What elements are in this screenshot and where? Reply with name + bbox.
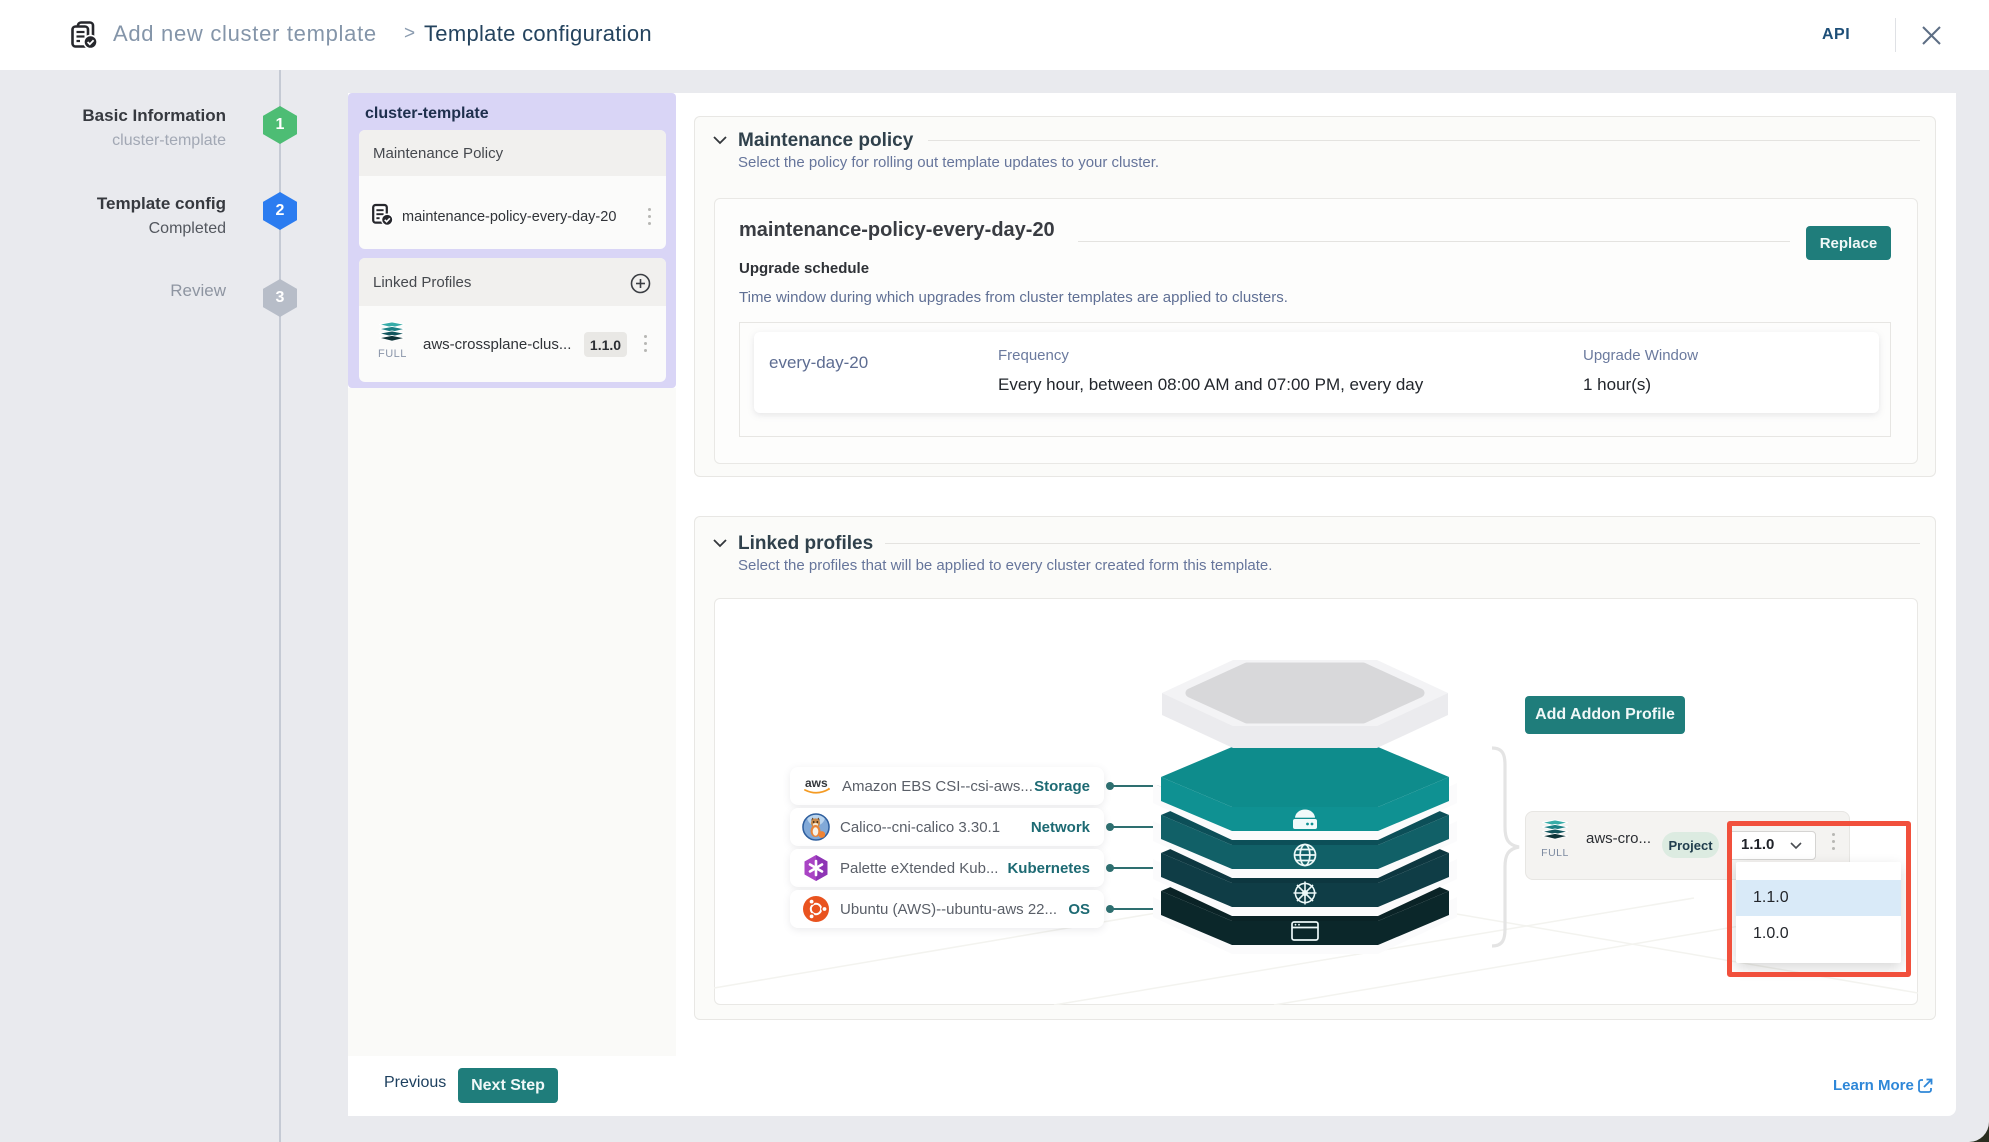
svg-text:aws: aws (805, 776, 828, 790)
